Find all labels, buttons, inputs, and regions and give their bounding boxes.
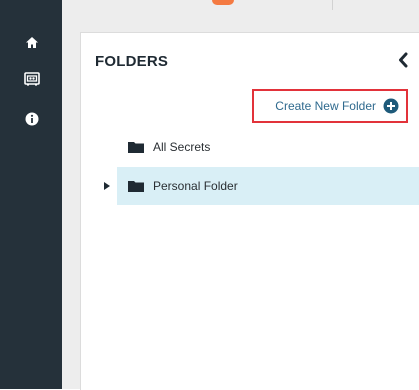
folder-label: All Secrets	[153, 140, 211, 154]
expand-arrow-icon[interactable]	[103, 181, 111, 191]
chevron-left-icon	[399, 52, 408, 68]
create-new-folder-label: Create New Folder	[275, 99, 376, 113]
panel-title: FOLDERS	[95, 53, 169, 70]
plus-circle-icon	[383, 98, 399, 114]
tab-indicator	[212, 0, 234, 5]
folder-icon	[128, 181, 144, 192]
toolbar-divider	[332, 0, 333, 10]
folder-item-all-secrets[interactable]: All Secrets	[117, 128, 419, 166]
folders-panel: FOLDERS Create New Folder All Secrets Pe…	[80, 32, 419, 390]
home-icon[interactable]	[24, 34, 40, 50]
vault-icon[interactable]	[24, 71, 40, 87]
collapse-panel-button[interactable]	[394, 49, 412, 71]
create-new-folder-button[interactable]: Create New Folder	[252, 89, 408, 123]
folder-label: Personal Folder	[153, 179, 238, 193]
folder-icon	[128, 142, 144, 153]
left-nav-bar	[0, 0, 62, 389]
folder-item-personal-folder[interactable]: Personal Folder	[117, 167, 419, 205]
info-icon[interactable]	[24, 111, 40, 127]
